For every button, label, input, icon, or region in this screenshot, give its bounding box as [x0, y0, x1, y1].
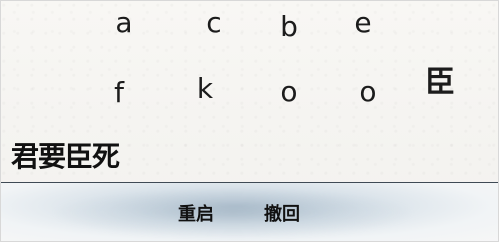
- letter-tile-o-2[interactable]: o: [351, 75, 385, 109]
- target-phrase: 君要臣死: [11, 140, 120, 173]
- letter-tile-o-1[interactable]: o: [272, 75, 306, 109]
- letter-tile-k[interactable]: k: [188, 72, 222, 106]
- letter-tile-e[interactable]: e: [346, 6, 380, 40]
- letter-tile-c[interactable]: c: [197, 6, 231, 40]
- letter-tile-a[interactable]: a: [107, 6, 141, 40]
- undo-button[interactable]: 撤回: [264, 204, 300, 226]
- letter-tile-f[interactable]: f: [102, 76, 136, 110]
- character-tile-chen[interactable]: 臣: [423, 66, 457, 100]
- ink-wash-decoration: [53, 189, 413, 237]
- letter-tile-b[interactable]: b: [272, 10, 306, 44]
- game-screen: a c b e f k o o 臣 君要臣死 重启 撤回: [0, 0, 499, 242]
- reset-button[interactable]: 重启: [178, 204, 214, 226]
